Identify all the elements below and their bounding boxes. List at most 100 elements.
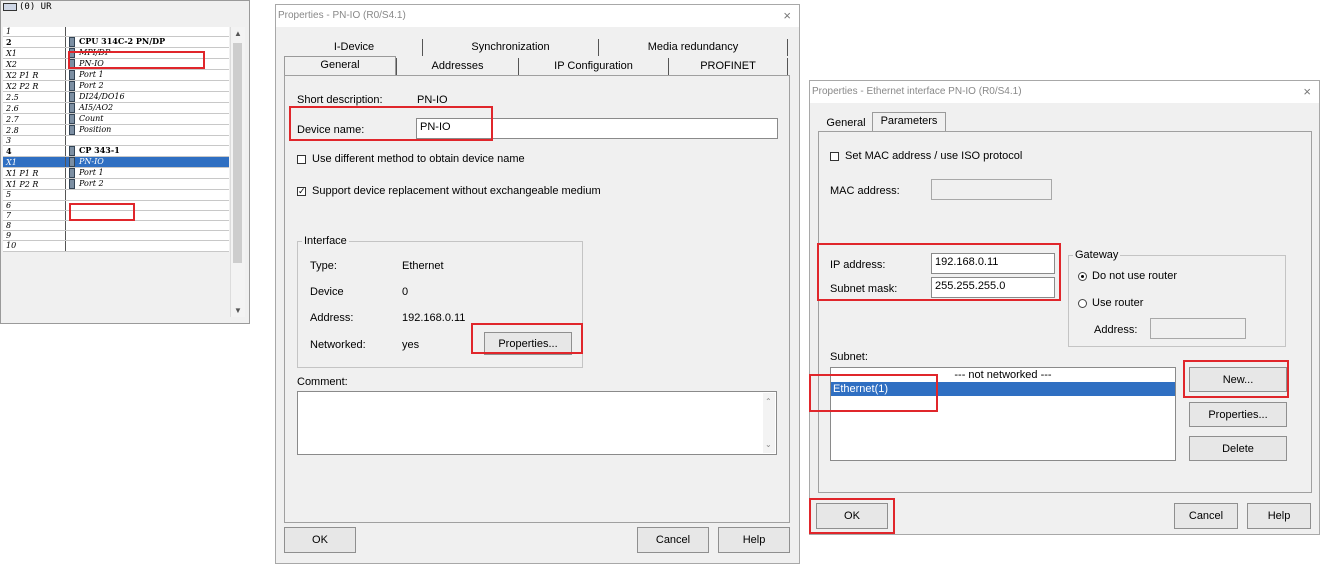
eth-help-button[interactable]: Help (1247, 503, 1311, 529)
interface-properties-button[interactable]: Properties... (484, 332, 572, 355)
rack-row[interactable]: X1 PN-IO (3, 156, 229, 169)
networked-label: Networked: (310, 339, 366, 351)
rack-row[interactable]: 1 (3, 27, 229, 38)
rack-slot: 2.8 (3, 124, 66, 137)
subnet-item-not-networked[interactable]: --- not networked --- (831, 369, 1175, 382)
rack-row[interactable]: 8 (3, 220, 229, 232)
rack-row[interactable]: X1 P1 R Port 1 (3, 167, 229, 180)
rack-module: PN-IO (65, 58, 229, 71)
rack-slot: 9 (3, 230, 66, 242)
rack-row[interactable]: 2 CPU 314C-2 PN/DP (3, 36, 229, 49)
rack-row[interactable]: 2.7 Count (3, 113, 229, 126)
use-router-radio[interactable] (1078, 299, 1087, 308)
rack-slot: X1 (3, 47, 66, 60)
gateway-legend: Gateway (1073, 249, 1121, 261)
rack-module (65, 200, 229, 211)
rack-module (65, 210, 229, 221)
module-icon (69, 168, 75, 178)
tab-media-redundancy[interactable]: Media redundancy (598, 39, 788, 56)
rack-module: Port 2 (65, 80, 229, 93)
rack-row[interactable]: 9 (3, 230, 229, 242)
rack-module-name: Port 2 (79, 81, 104, 91)
rack-row[interactable]: 5 (3, 189, 229, 201)
rack-row[interactable]: X2 P2 R Port 2 (3, 80, 229, 93)
tab-ip-configuration[interactable]: IP Configuration (518, 58, 668, 75)
rack-row[interactable]: X2 P1 R Port 1 (3, 69, 229, 82)
mac-address-label: MAC address: (830, 185, 900, 197)
rack-slot: X1 (3, 156, 66, 169)
close-icon[interactable]: × (783, 8, 791, 23)
rack-row[interactable]: 2.8 Position (3, 124, 229, 137)
rack-module-name: Position (79, 125, 112, 135)
subnet-list[interactable]: --- not networked --- Ethernet(1) (830, 367, 1176, 461)
rack-row[interactable]: 10 (3, 240, 229, 252)
eth-cancel-button[interactable]: Cancel (1174, 503, 1238, 529)
subnet-properties-button[interactable]: Properties... (1189, 402, 1287, 427)
rack-module-name: CPU 314C-2 PN/DP (79, 36, 166, 47)
set-mac-label: Set MAC address / use ISO protocol (845, 150, 1023, 162)
tab-parameters[interactable]: Parameters (872, 112, 946, 132)
pnio-cancel-button[interactable]: Cancel (637, 527, 709, 553)
module-icon (69, 59, 75, 69)
ethernet-properties-dialog: Properties - Ethernet interface PN-IO (R… (809, 80, 1320, 535)
do-not-use-router-radio[interactable] (1078, 272, 1087, 281)
module-icon (69, 179, 75, 189)
scroll-up-icon[interactable]: ⌃ (765, 395, 772, 408)
rack-row[interactable]: 7 (3, 210, 229, 221)
tab-profinet[interactable]: PROFINET (668, 58, 788, 75)
eth-ok-button[interactable]: OK (816, 503, 888, 529)
use-different-method-checkbox[interactable] (297, 155, 306, 164)
scroll-down-icon[interactable]: ▼ (234, 306, 242, 315)
subnet-mask-label: Subnet mask: (830, 283, 898, 295)
networked-value: yes (402, 339, 420, 351)
subnet-mask-input[interactable]: 255.255.255.0 (931, 277, 1055, 298)
tab-i-device[interactable]: I-Device (286, 39, 422, 56)
pnio-properties-dialog: Properties - PN-IO (R0/S4.1) × I-Device … (275, 4, 800, 564)
rack-row[interactable]: 2.5 DI24/DO16 (3, 91, 229, 104)
rack-module: CPU 314C-2 PN/DP (65, 36, 229, 49)
rack-row[interactable]: 2.6 AI5/AO2 (3, 102, 229, 115)
rack-window: (0) UR 1 2 CPU 314C-2 PN/DP X1 MPI/DP X2 PN-IO… (0, 0, 250, 324)
rack-slot: X2 P1 R (3, 69, 66, 82)
tab-synchronization[interactable]: Synchronization (422, 39, 598, 56)
scroll-up-icon[interactable]: ▲ (234, 29, 242, 38)
rack-slot: 8 (3, 220, 66, 232)
device-value: 0 (402, 286, 409, 298)
rack-scrollbar[interactable]: ▲ ▼ (230, 27, 245, 317)
mac-address-input (931, 179, 1052, 200)
pnio-help-button[interactable]: Help (718, 527, 790, 553)
close-icon[interactable]: × (1303, 84, 1311, 99)
scroll-thumb[interactable] (233, 43, 242, 263)
rack-module-name: DI24/DO16 (79, 92, 125, 102)
rack-row[interactable]: X2 PN-IO (3, 58, 229, 71)
comment-scrollbar[interactable]: ⌃ ⌄ (763, 393, 775, 453)
tab-eth-general[interactable]: General (820, 115, 872, 132)
rack-row[interactable]: X1 P2 R Port 2 (3, 178, 229, 191)
rack-row[interactable]: 6 (3, 200, 229, 211)
comment-textarea[interactable]: ⌃ ⌄ (297, 391, 777, 455)
gateway-address-label: Address: (1094, 324, 1138, 336)
scroll-down-icon[interactable]: ⌄ (765, 438, 772, 451)
rack-slot: X2 P2 R (3, 80, 66, 93)
module-icon (69, 70, 75, 80)
subnet-item-ethernet-1[interactable]: Ethernet(1) (831, 382, 1175, 396)
rack-module: Port 1 (65, 167, 229, 180)
rack-slot: 1 (3, 27, 66, 38)
rack-row[interactable]: X1 MPI/DP (3, 47, 229, 60)
support-replacement-checkbox[interactable]: ✓ (297, 187, 306, 196)
rack-module: MPI/DP (65, 47, 229, 60)
delete-subnet-button[interactable]: Delete (1189, 436, 1287, 461)
ip-address-input[interactable]: 192.168.0.11 (931, 253, 1055, 274)
rack-row[interactable]: 4 CP 343-1 (3, 145, 229, 158)
tab-addresses[interactable]: Addresses (396, 58, 518, 75)
rack-module: DI24/DO16 (65, 91, 229, 104)
eth-titlebar: Properties - Ethernet interface PN-IO (R… (810, 81, 1319, 103)
rack-slot: 5 (3, 189, 66, 201)
rack-title: (0) UR (3, 2, 52, 12)
set-mac-checkbox[interactable] (830, 152, 839, 161)
new-subnet-button[interactable]: New... (1189, 367, 1287, 392)
device-name-input[interactable]: PN-IO (416, 118, 778, 139)
tab-general[interactable]: General (284, 56, 396, 76)
rack-row[interactable]: 3 (3, 135, 229, 147)
pnio-ok-button[interactable]: OK (284, 527, 356, 553)
